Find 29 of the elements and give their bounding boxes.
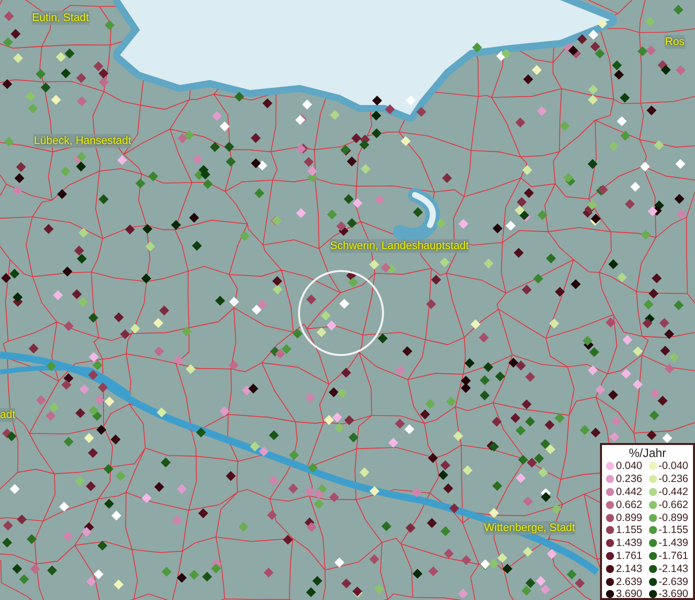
- legend-value: 1.761: [616, 550, 642, 562]
- legend-value: -0.899: [658, 512, 688, 524]
- legend-title: %/Jahr: [628, 446, 668, 460]
- legend-value: -1.761: [658, 550, 688, 562]
- legend-value: 2.639: [616, 576, 642, 588]
- legend-value: 0.040: [616, 460, 642, 472]
- legend-value: 3.690: [616, 588, 642, 600]
- legend-value: -0.442: [658, 486, 688, 498]
- place-label: Schwerin, Landeshauptstadt: [330, 239, 469, 253]
- legend-value: 0.899: [616, 512, 642, 524]
- legend-value: -3.690: [658, 588, 688, 600]
- legend-value: -2.639: [658, 576, 688, 588]
- legend-value: -0.236: [658, 473, 688, 486]
- place-label: Wittenberge, Stadt: [484, 521, 576, 535]
- place-label: adt: [0, 408, 16, 422]
- legend-value: 0.442: [616, 486, 642, 498]
- legend-value: 1.439: [616, 537, 642, 550]
- legend-value: 0.236: [616, 473, 642, 486]
- legend-value: -1.155: [658, 524, 688, 536]
- legend-value: -0.662: [658, 498, 688, 511]
- legend-value: 0.662: [616, 498, 642, 511]
- place-label: Eutin, Stadt: [32, 11, 89, 25]
- legend-value: 2.143: [616, 562, 642, 575]
- place-label: Ros: [665, 35, 685, 49]
- legend-value: 1.155: [616, 524, 642, 536]
- legend-value: -2.143: [658, 562, 688, 575]
- legend-value: -0.040: [658, 460, 688, 472]
- legend-value: -1.439: [658, 537, 688, 550]
- place-label: Lübeck, Hansestadt: [34, 134, 132, 148]
